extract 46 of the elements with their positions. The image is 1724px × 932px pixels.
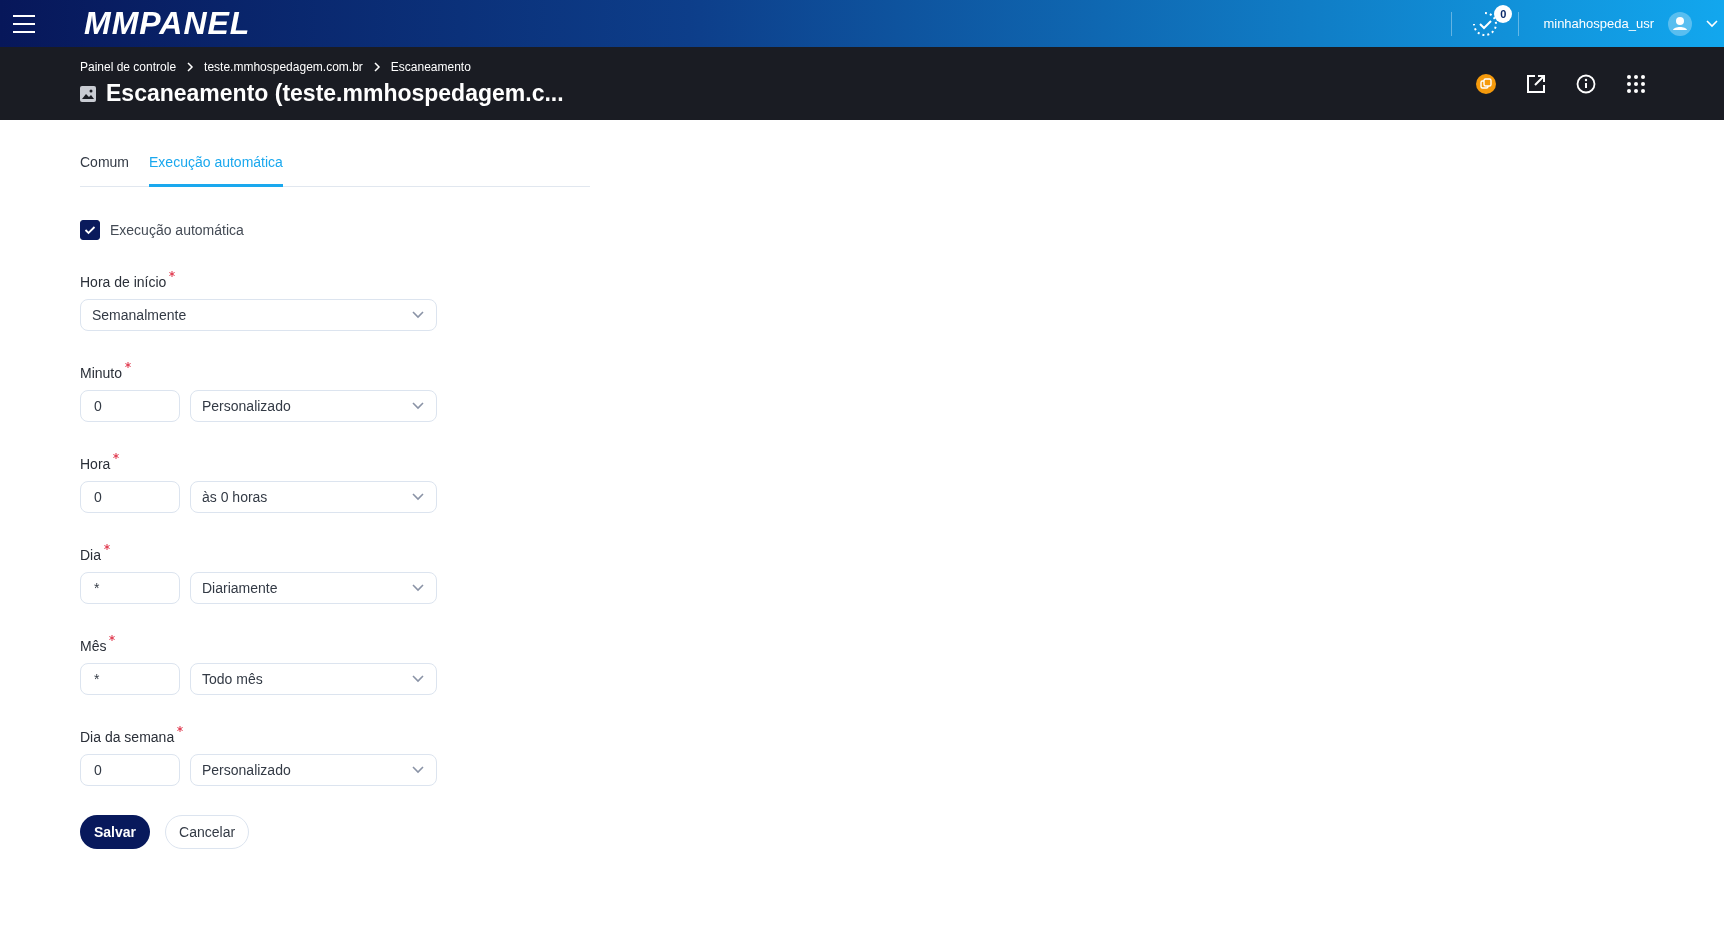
logo[interactable]: MMPANEL xyxy=(84,5,251,42)
chevron-down-icon xyxy=(412,402,424,410)
checkbox-label: Execução automática xyxy=(110,222,244,238)
chevron-down-icon xyxy=(412,311,424,319)
checkbox[interactable] xyxy=(80,220,100,240)
select-field[interactable]: Personalizado xyxy=(190,754,437,786)
input-field[interactable]: 0 xyxy=(80,754,180,786)
input-field[interactable]: * xyxy=(80,663,180,695)
select-field[interactable]: Diariamente xyxy=(190,572,437,604)
chevron-down-icon xyxy=(412,584,424,592)
chevron-down-icon xyxy=(412,675,424,683)
select-field[interactable]: Personalizado xyxy=(190,390,437,422)
copy-icon[interactable] xyxy=(1476,73,1496,94)
breadcrumb-link[interactable]: Painel de controle xyxy=(80,60,177,74)
field-label: Mês xyxy=(80,638,107,654)
external-link-icon[interactable] xyxy=(1526,73,1546,94)
user-avatar-icon[interactable] xyxy=(1668,11,1692,36)
select-field[interactable]: Todo mês xyxy=(190,663,437,695)
tab[interactable]: Comum xyxy=(80,142,129,187)
field-label: Dia da semana xyxy=(80,729,175,745)
field-label: Hora xyxy=(80,456,111,472)
breadcrumb-link[interactable]: Escaneamento xyxy=(390,60,471,74)
chevron-down-icon xyxy=(412,493,424,501)
breadcrumb-separator-icon xyxy=(372,62,381,72)
field-label: Hora de início xyxy=(80,274,167,290)
image-icon xyxy=(80,85,96,102)
breadcrumb-link[interactable]: teste.mmhospedagem.com.br xyxy=(204,60,363,74)
menu-icon[interactable] xyxy=(12,13,36,34)
check-icon xyxy=(84,225,96,235)
field-label: Minuto xyxy=(80,365,123,381)
chevron-down-icon xyxy=(412,766,424,774)
input-field[interactable]: * xyxy=(80,572,180,604)
select-field[interactable]: Semanalmente xyxy=(80,299,437,331)
page-title: Escaneamento (teste.mmhospedagem.c... xyxy=(106,80,564,107)
tasks-count-badge: 0 xyxy=(1494,4,1513,23)
field-label: Dia xyxy=(80,547,101,563)
info-icon[interactable] xyxy=(1576,73,1596,94)
tasks-check-icon[interactable] xyxy=(1472,10,1499,37)
chevron-down-icon[interactable] xyxy=(1706,19,1718,28)
select-field[interactable]: às 0 horas xyxy=(190,481,437,513)
input-field[interactable]: 0 xyxy=(80,390,180,422)
cancel-button[interactable]: Cancelar xyxy=(165,815,250,849)
save-button[interactable]: Salvar xyxy=(80,815,151,849)
apps-grid-icon[interactable] xyxy=(1626,73,1646,94)
input-field[interactable]: 0 xyxy=(80,481,180,513)
breadcrumb-separator-icon xyxy=(186,62,195,72)
